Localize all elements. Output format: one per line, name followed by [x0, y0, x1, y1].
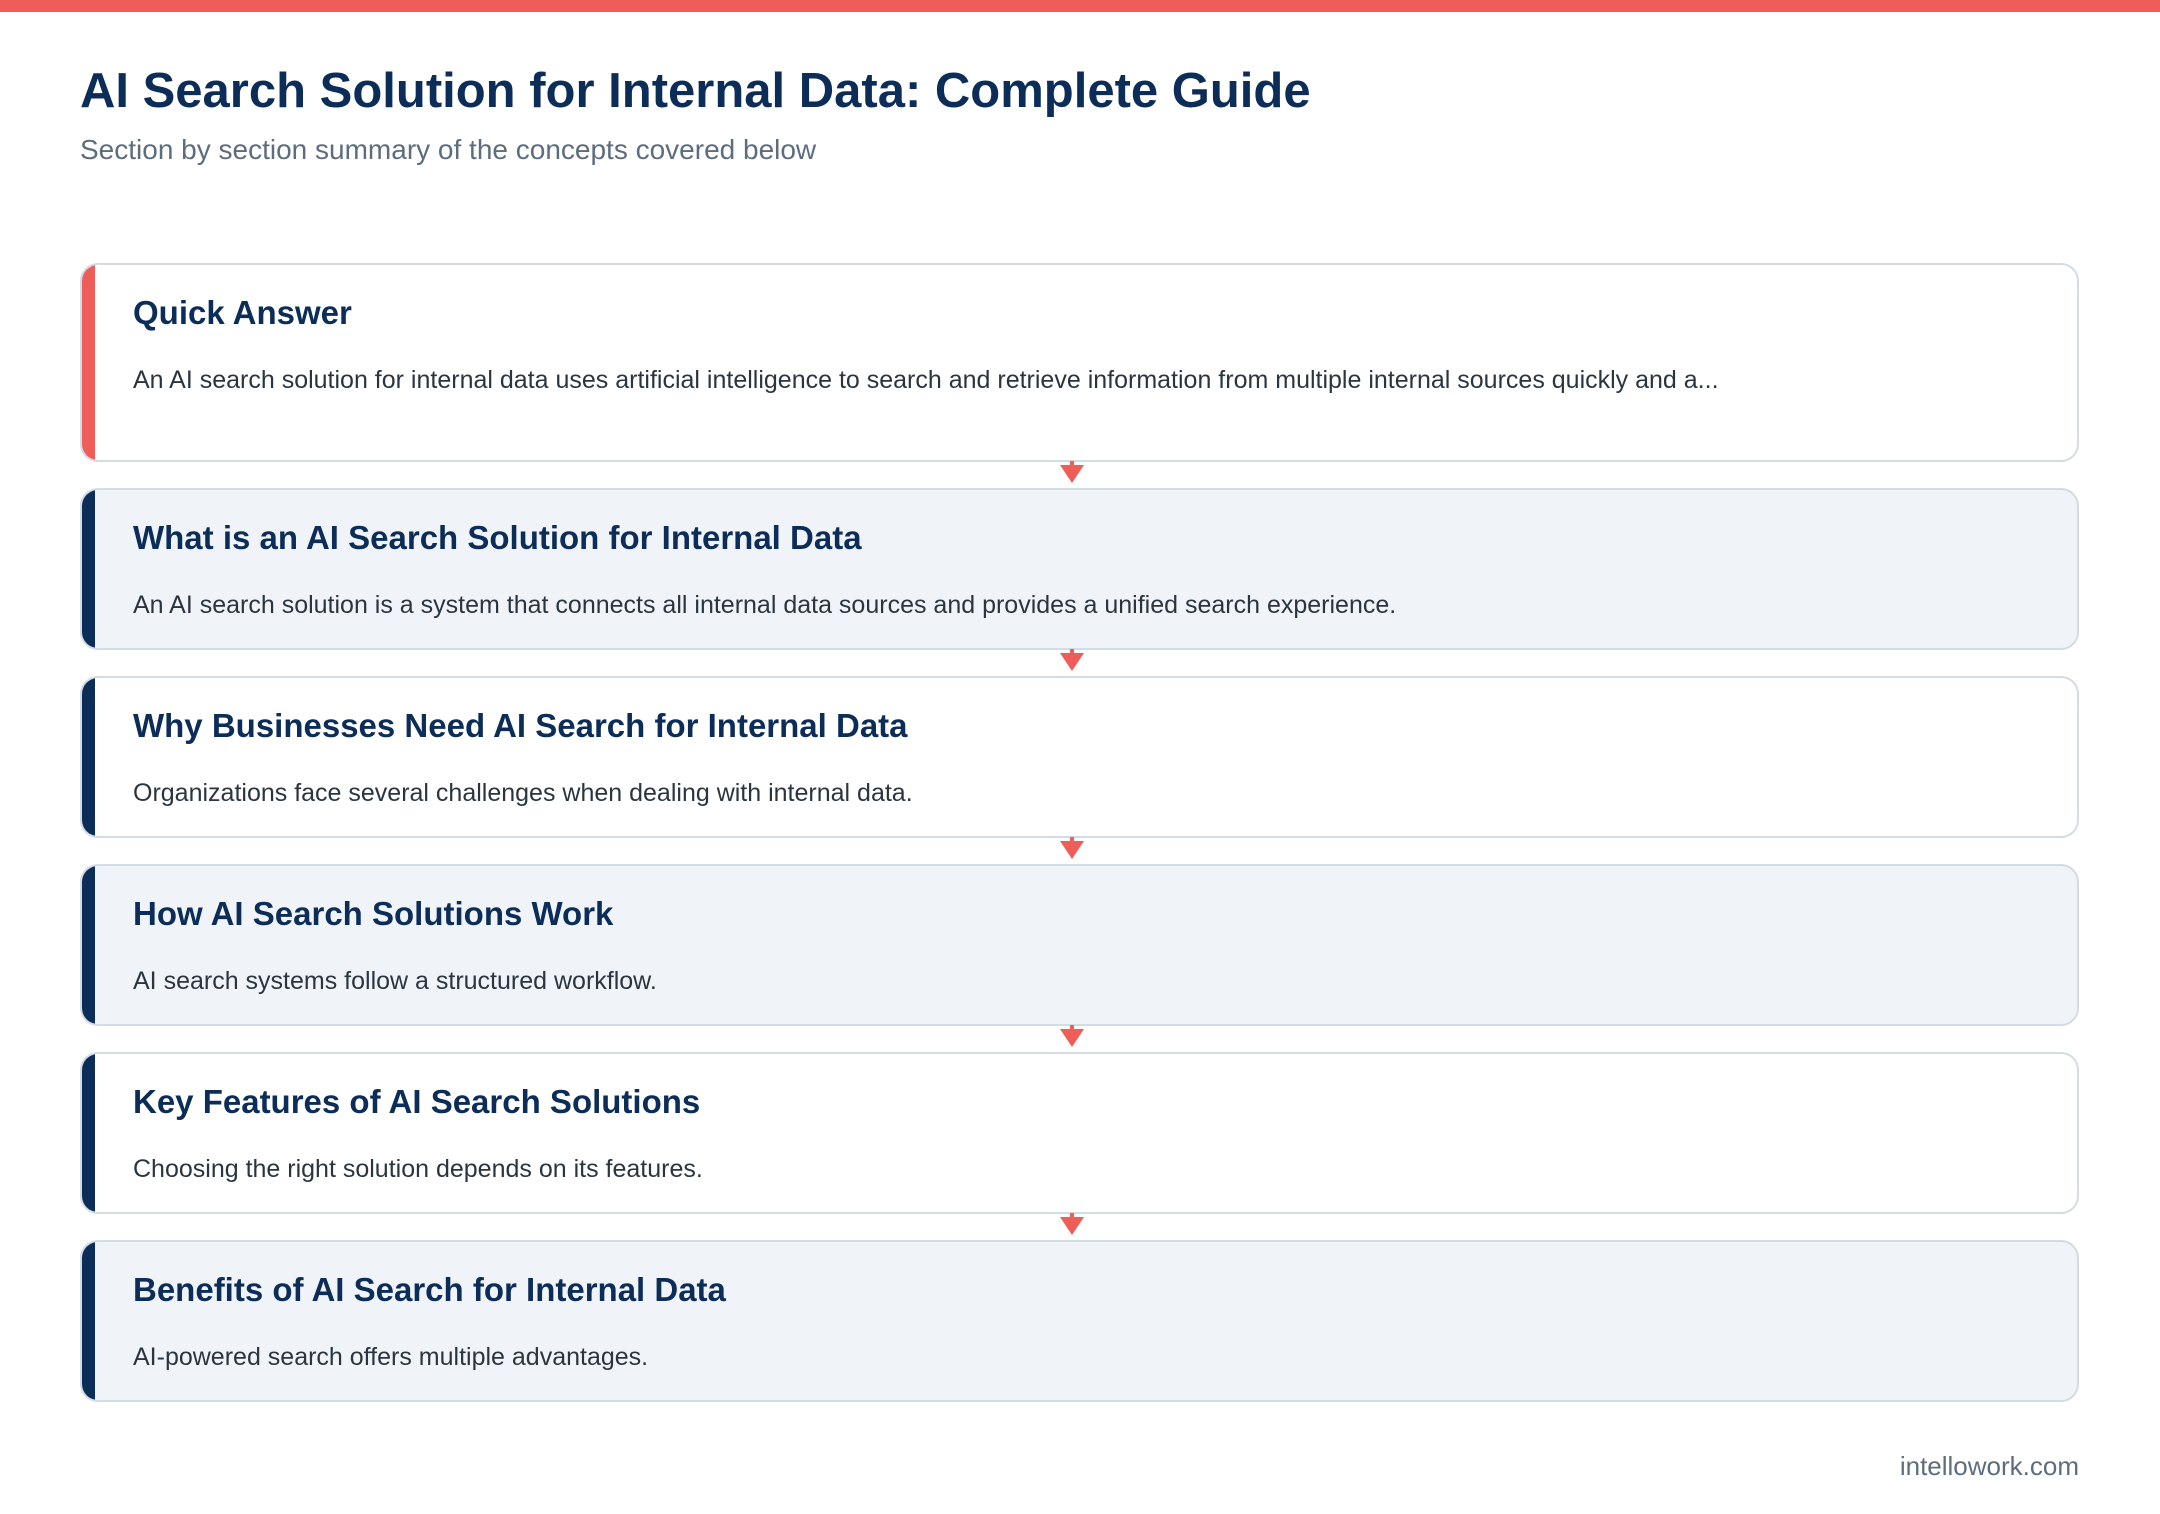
step-description: Choosing the right solution depends on i…: [133, 1155, 703, 1183]
flow-connector: [80, 461, 2079, 488]
flow-connector: [80, 1213, 2079, 1240]
arrow-down-icon: [1060, 649, 1084, 671]
step-description: Organizations face several challenges wh…: [133, 779, 913, 807]
step-description: An AI search solution is a system that c…: [133, 591, 1397, 619]
step-description: An AI search solution for internal data …: [133, 366, 1719, 394]
step-card-how-it-works: How AI Search Solutions Work AI search s…: [80, 864, 2079, 1026]
step-title: Why Businesses Need AI Search for Intern…: [133, 707, 908, 744]
step-title: Benefits of AI Search for Internal Data: [133, 1271, 726, 1308]
footer-credit: intellowork.com: [1899, 1451, 2079, 1481]
flow-connector: [80, 1025, 2079, 1052]
page-title: AI Search Solution for Internal Data: Co…: [80, 64, 1311, 118]
step-description: AI search systems follow a structured wo…: [133, 967, 657, 995]
step-title: How AI Search Solutions Work: [133, 895, 614, 932]
step-title: Key Features of AI Search Solutions: [133, 1083, 701, 1120]
step-card-what-is: What is an AI Search Solution for Intern…: [80, 488, 2079, 650]
flow-connector: [80, 649, 2079, 676]
step-card-key-features: Key Features of AI Search Solutions Choo…: [80, 1052, 2079, 1214]
arrow-down-icon: [1060, 837, 1084, 859]
flow-connector: [80, 837, 2079, 864]
step-description: AI-powered search offers multiple advant…: [133, 1343, 649, 1371]
step-flow: Quick Answer An AI search solution for i…: [80, 263, 2079, 1402]
page-subtitle: Section by section summary of the concep…: [80, 134, 817, 165]
arrow-down-icon: [1060, 1025, 1084, 1047]
step-title: Quick Answer: [133, 294, 352, 331]
step-title: What is an AI Search Solution for Intern…: [133, 519, 862, 556]
arrow-down-icon: [1060, 461, 1084, 483]
top-accent-bar: [0, 0, 2160, 12]
step-card-why-businesses: Why Businesses Need AI Search for Intern…: [80, 676, 2079, 838]
step-card-quick-answer: Quick Answer An AI search solution for i…: [80, 263, 2079, 462]
arrow-down-icon: [1060, 1213, 1084, 1235]
step-card-benefits: Benefits of AI Search for Internal Data …: [80, 1240, 2079, 1402]
